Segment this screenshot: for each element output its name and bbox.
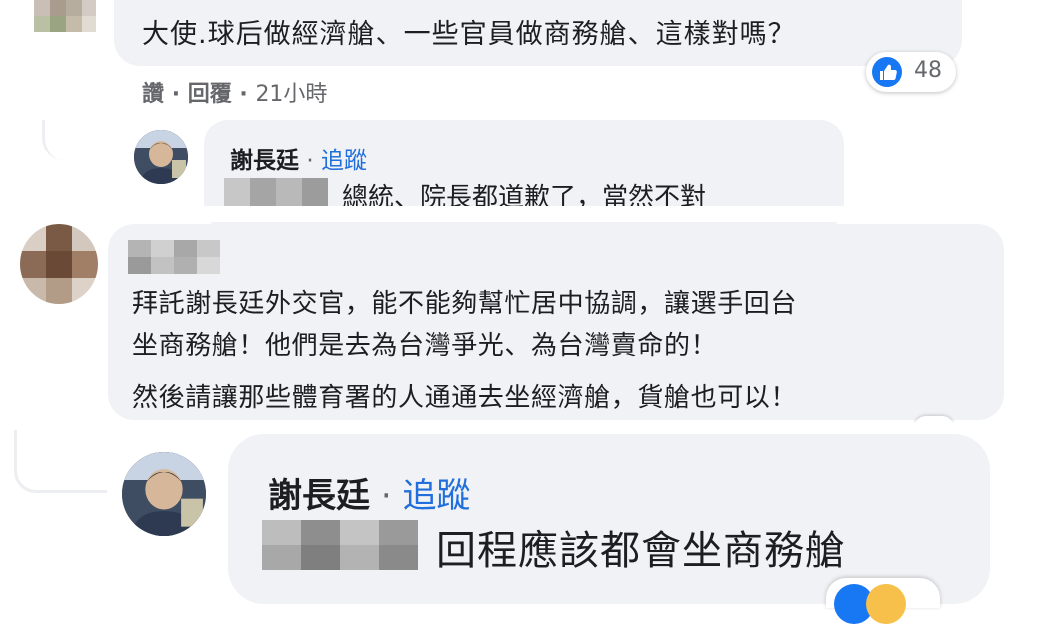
like-icon — [872, 57, 902, 87]
reply-author[interactable]: 謝長廷 — [268, 476, 370, 516]
reaction-icons-partial[interactable] — [826, 578, 940, 624]
reaction-count: 48 — [914, 58, 942, 83]
action-dot-1: · — [171, 82, 188, 107]
redacted-username — [128, 240, 220, 274]
reaction-pill[interactable]: 48 — [866, 52, 956, 92]
thread-line — [14, 430, 107, 493]
screenshot-gap-1 — [0, 206, 1060, 222]
haha-icon — [866, 584, 906, 624]
reply-author[interactable]: 謝長廷 — [230, 148, 299, 174]
thread-line — [42, 120, 115, 160]
comment-line-3: 然後請讓那些體育署的人通通去坐經濟艙，貨艙也可以！ — [132, 383, 798, 413]
comment-line-1: 拜託謝長廷外交官，能不能夠幫忙居中協調，讓選手回台 — [132, 289, 798, 319]
comment-line-2: 坐商務艙！他們是去為台灣爭光、為台灣賣命的！ — [132, 331, 718, 361]
action-dot-2: · — [239, 82, 256, 107]
reply-separator: · — [306, 148, 314, 174]
follow-link[interactable]: 追蹤 — [321, 148, 367, 174]
author-avatar[interactable] — [122, 452, 206, 536]
screenshot-gap-2 — [0, 422, 1060, 434]
author-avatar[interactable] — [134, 130, 188, 184]
comment-text: 大使.球后做經濟艙、一些官員做商務艙、這樣對嗎？ — [142, 19, 796, 50]
redacted-username — [224, 178, 328, 208]
commenter-avatar-pixelated — [34, 0, 96, 32]
redacted-username — [262, 520, 418, 570]
reply-header: 謝長廷 · 追蹤 — [268, 468, 470, 517]
like-action[interactable]: 讚 — [142, 82, 164, 107]
reply-action[interactable]: 回覆 — [188, 82, 232, 107]
reply-text: 回程應該都會坐商務艙 — [436, 528, 846, 574]
follow-link[interactable]: 追蹤 — [402, 476, 470, 516]
reply-header: 謝長廷 · 追蹤 — [230, 141, 367, 175]
timestamp[interactable]: 21小時 — [255, 82, 327, 107]
comment-actions: 讚 · 回覆 · 21小時 — [142, 76, 327, 108]
reply-separator: · — [380, 476, 392, 516]
commenter-avatar-pixelated — [20, 224, 98, 304]
